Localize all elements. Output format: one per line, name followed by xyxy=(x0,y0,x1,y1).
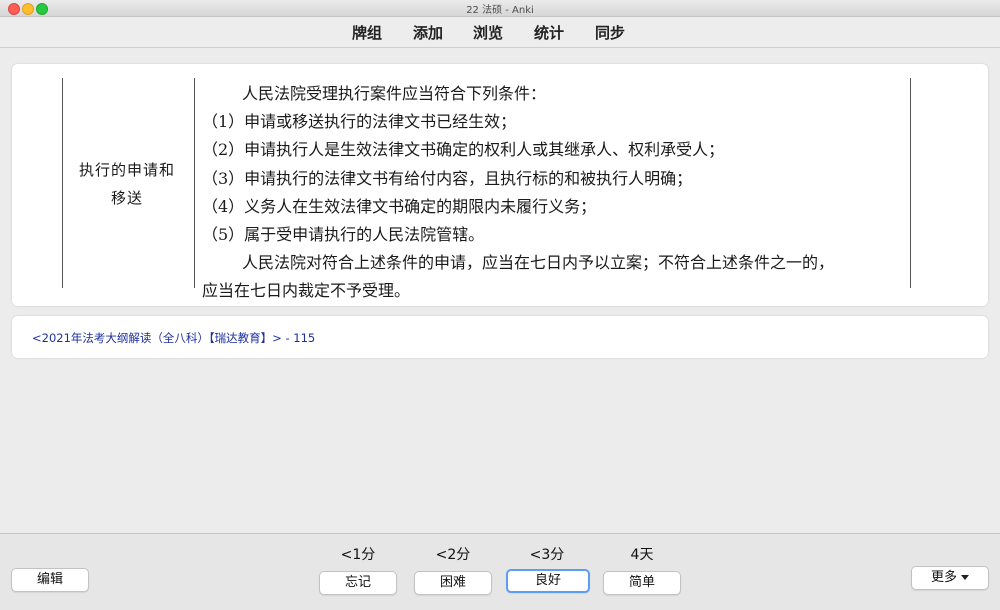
card-image-table: 执行的申请和 移送 人民法院受理执行案件应当符合下列条件： （1）申请或移送执行… xyxy=(32,78,945,300)
easy-button[interactable]: 简单 xyxy=(603,571,681,595)
window-title: 22 法硕 - Anki xyxy=(466,5,534,16)
content-cell: 人民法院受理执行案件应当符合下列条件： （1）申请或移送执行的法律文书已经生效；… xyxy=(202,80,942,306)
hard-button[interactable]: 困难 xyxy=(414,571,492,595)
interval-again: <1分 xyxy=(340,547,376,563)
good-button[interactable]: 良好 xyxy=(506,569,590,593)
table-border-left xyxy=(62,78,63,288)
toolbar-stats[interactable]: 统计 xyxy=(534,22,564,43)
content-line: 应当在七日内裁定不予受理。 xyxy=(202,281,411,301)
content-line: （3）申请执行的法律文书有给付内容，且执行标的和被执行人明确； xyxy=(202,168,693,188)
category-line-2: 移送 xyxy=(110,189,143,207)
answer-bar: 编辑 <1分 <2分 <3分 4天 忘记 困难 良好 简单 更多 xyxy=(0,533,1000,610)
again-button[interactable]: 忘记 xyxy=(319,571,397,595)
interval-hard: <2分 xyxy=(435,547,471,563)
interval-good: <3分 xyxy=(529,547,565,563)
content-line: （1）申请或移送执行的法律文书已经生效； xyxy=(202,112,517,132)
more-button[interactable]: 更多 xyxy=(911,566,989,590)
toolbar-decks[interactable]: 牌组 xyxy=(352,22,382,43)
content-line: 人民法院受理执行案件应当符合下列条件： xyxy=(242,84,547,103)
more-label: 更多 xyxy=(930,570,957,585)
content-line: （2）申请执行人是生效法律文书确定的权利人或其继承人、权利承受人； xyxy=(202,140,725,160)
title-bar: 22 法硕 - Anki xyxy=(0,0,1000,17)
source-box: <2021年法考大纲解读（全八科）【瑞达教育】> - 115 xyxy=(12,316,988,358)
category-cell: 执行的申请和 移送 xyxy=(64,156,190,212)
category-line-1: 执行的申请和 xyxy=(78,161,175,179)
card-content: 执行的申请和 移送 人民法院受理执行案件应当符合下列条件： （1）申请或移送执行… xyxy=(12,64,988,306)
edit-button[interactable]: 编辑 xyxy=(11,568,89,592)
main-toolbar: 牌组 添加 浏览 统计 同步 xyxy=(0,17,1000,48)
table-divider xyxy=(194,78,195,288)
content-line: （4）义务人在生效法律文书确定的期限内未履行义务； xyxy=(202,196,597,216)
chevron-down-icon xyxy=(961,575,969,580)
toolbar-browse[interactable]: 浏览 xyxy=(473,22,503,43)
toolbar-add[interactable]: 添加 xyxy=(413,22,443,43)
source-link[interactable]: <2021年法考大纲解读（全八科）【瑞达教育】> - 115 xyxy=(32,330,315,346)
content-line: （5）属于受申请执行的人民法院管辖。 xyxy=(202,224,485,244)
content-line: 人民法院对符合上述条件的申请，应当在七日内予以立案；不符合上述条件之一的， xyxy=(242,253,835,273)
toolbar-sync[interactable]: 同步 xyxy=(595,22,625,43)
interval-easy: 4天 xyxy=(630,547,654,563)
review-area: 执行的申请和 移送 人民法院受理执行案件应当符合下列条件： （1）申请或移送执行… xyxy=(0,48,1000,532)
